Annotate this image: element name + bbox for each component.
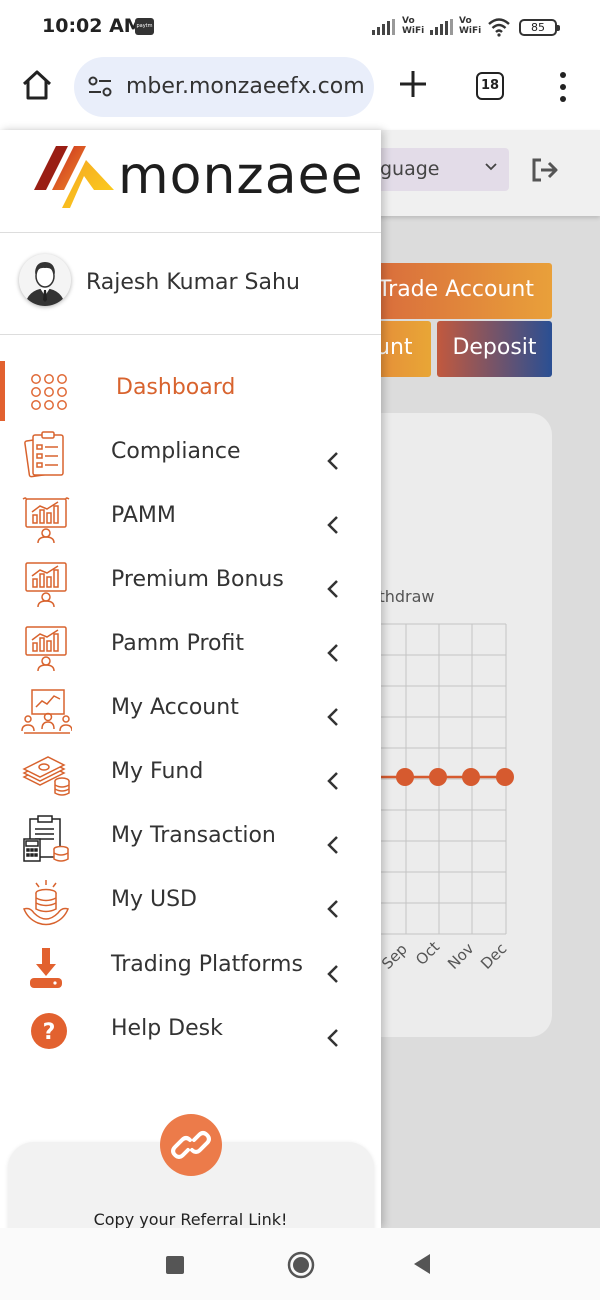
sidebar-item-label: My Fund bbox=[111, 759, 204, 784]
x-tick-dec: Dec bbox=[477, 940, 510, 973]
help-question-icon: ? bbox=[31, 1013, 67, 1049]
chevron-left-icon bbox=[327, 772, 338, 790]
sidebar-item-label: Help Desk bbox=[111, 1016, 223, 1041]
data-point-oct bbox=[429, 768, 447, 786]
dashboard-grid-icon bbox=[31, 374, 67, 410]
system-navigation-bar bbox=[0, 1228, 600, 1300]
sidebar-item-label: My Transaction bbox=[111, 823, 276, 848]
sidebar-item-my-fund[interactable]: My Fund bbox=[0, 745, 381, 805]
chevron-left-icon bbox=[327, 900, 338, 918]
referral-link-button[interactable] bbox=[160, 1114, 222, 1176]
sidebar-item-label: My Account bbox=[111, 695, 239, 720]
signal-icon-1 bbox=[372, 19, 395, 35]
user-name[interactable]: Rajesh Kumar Sahu bbox=[86, 270, 300, 295]
status-time: 10:02 AM bbox=[42, 15, 143, 37]
chevron-left-icon bbox=[327, 708, 338, 726]
trade-account-button[interactable]: Trade Account bbox=[366, 263, 552, 319]
home-icon[interactable] bbox=[20, 68, 54, 102]
sidebar-item-premium-bonus[interactable]: Premium Bonus bbox=[0, 553, 381, 613]
user-avatar-icon bbox=[19, 254, 71, 306]
divider bbox=[0, 334, 381, 335]
vowifi-label-1: Vo WiFi bbox=[402, 16, 425, 36]
sidebar-item-pamm[interactable]: PAMM bbox=[0, 489, 381, 549]
more-menu-icon[interactable] bbox=[558, 72, 568, 102]
sidebar-item-label: Compliance bbox=[111, 439, 241, 464]
url-text[interactable]: mber.monzaeefx.com bbox=[126, 74, 366, 99]
sidebar-item-my-account[interactable]: My Account bbox=[0, 681, 381, 741]
sidebar-item-my-usd[interactable]: My USD bbox=[0, 873, 381, 933]
brand-logo-mark-icon bbox=[34, 146, 114, 208]
navigation-drawer: monzaee Rajesh Kumar Sahu Dashboard Comp… bbox=[0, 130, 381, 1228]
data-point-dec bbox=[496, 768, 514, 786]
chevron-left-icon bbox=[327, 1029, 338, 1047]
my-account-presentation-icon bbox=[21, 689, 72, 734]
referral-text: Copy your Referral Link! bbox=[93, 1210, 288, 1228]
download-icon bbox=[30, 948, 62, 988]
usd-coins-hand-icon bbox=[23, 880, 69, 926]
logout-icon[interactable] bbox=[531, 158, 559, 182]
sidebar-item-my-transaction[interactable]: My Transaction bbox=[0, 809, 381, 869]
link-icon bbox=[171, 1131, 211, 1159]
paytm-notification-icon: paytm bbox=[135, 18, 154, 35]
sidebar-item-help-desk[interactable]: ? Help Desk bbox=[0, 1002, 381, 1062]
deposit-button[interactable]: Deposit bbox=[437, 321, 552, 377]
chevron-left-icon bbox=[327, 644, 338, 662]
status-bar: 10:02 AM paytm Vo WiFi Vo WiFi 85 bbox=[0, 0, 600, 54]
language-select[interactable]: guage bbox=[360, 148, 509, 191]
sidebar-item-label: Dashboard bbox=[116, 375, 236, 400]
premium-bonus-icon bbox=[25, 562, 67, 607]
browser-toolbar: mber.monzaeefx.com 18 bbox=[0, 54, 600, 130]
chevron-left-icon bbox=[327, 965, 338, 983]
sidebar-item-label: My USD bbox=[111, 887, 198, 912]
new-tab-icon[interactable] bbox=[397, 68, 429, 100]
pamm-chart-icon bbox=[22, 497, 70, 543]
language-select-value: guage bbox=[380, 158, 440, 180]
vowifi-label-2: Vo WiFi bbox=[459, 16, 482, 36]
svg-text:?: ? bbox=[43, 1020, 56, 1045]
sidebar-item-label: Premium Bonus bbox=[111, 567, 284, 592]
pamm-profit-icon bbox=[25, 626, 67, 671]
sidebar-item-compliance[interactable]: Compliance bbox=[0, 425, 381, 485]
x-tick-sep: Sep bbox=[378, 940, 411, 973]
transaction-calculator-icon bbox=[23, 815, 69, 862]
data-point-nov bbox=[462, 768, 480, 786]
chevron-left-icon bbox=[327, 836, 338, 854]
avatar[interactable] bbox=[19, 254, 71, 306]
signal-icon-2 bbox=[430, 19, 453, 35]
x-tick-nov: Nov bbox=[444, 939, 478, 973]
money-stack-icon bbox=[22, 756, 70, 796]
battery-icon: 85 bbox=[519, 19, 560, 36]
chevron-left-icon bbox=[327, 452, 338, 470]
chart-legend-withdraw: ithdraw bbox=[374, 587, 435, 606]
chevron-left-icon bbox=[327, 516, 338, 534]
data-point-sep bbox=[396, 768, 414, 786]
chevron-down-icon bbox=[485, 163, 497, 171]
chevron-left-icon bbox=[327, 580, 338, 598]
sidebar-item-dashboard[interactable]: Dashboard bbox=[0, 361, 381, 421]
sidebar-item-label: Pamm Profit bbox=[111, 631, 244, 656]
back-button[interactable] bbox=[412, 1252, 432, 1276]
sidebar-item-trading-platforms[interactable]: Trading Platforms bbox=[0, 938, 381, 998]
tab-switcher-button[interactable]: 18 bbox=[476, 72, 504, 100]
divider bbox=[0, 232, 381, 233]
sidebar-item-label: PAMM bbox=[111, 503, 176, 528]
brand-name: monzaee bbox=[118, 146, 364, 206]
home-button[interactable] bbox=[287, 1251, 315, 1279]
sidebar-item-label: Trading Platforms bbox=[111, 952, 303, 977]
site-settings-icon[interactable] bbox=[88, 76, 112, 98]
recent-apps-button[interactable] bbox=[166, 1256, 184, 1274]
deposit-withdraw-chart: Sep Oct Nov Dec bbox=[378, 623, 514, 973]
brand-logo[interactable]: monzaee bbox=[34, 146, 364, 208]
x-tick-oct: Oct bbox=[412, 938, 443, 969]
wifi-icon bbox=[488, 18, 510, 37]
address-bar[interactable]: mber.monzaeefx.com bbox=[74, 57, 374, 117]
sidebar-item-pamm-profit[interactable]: Pamm Profit bbox=[0, 617, 381, 677]
compliance-clipboard-icon bbox=[24, 431, 64, 478]
